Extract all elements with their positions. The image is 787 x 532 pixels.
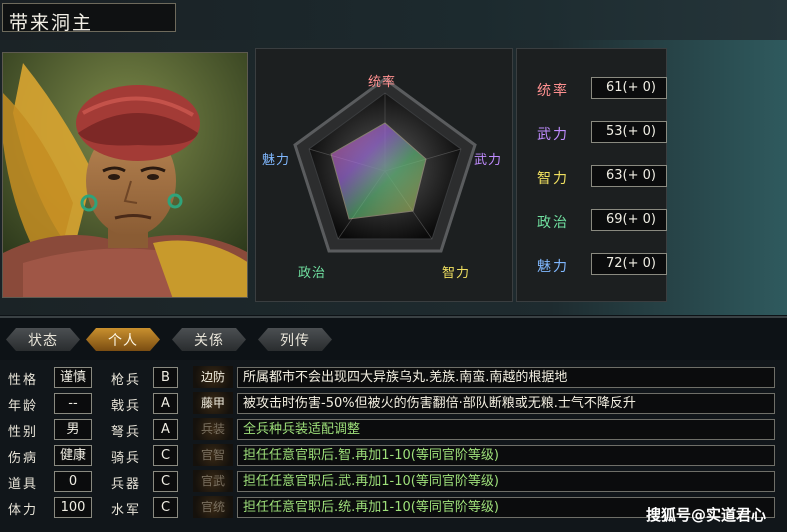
troop-grade: A xyxy=(153,393,178,414)
stat-value: 69(+ 0) xyxy=(591,209,667,231)
radar-label-intelligence: 智力 xyxy=(442,266,471,281)
skill-name[interactable]: 官统 xyxy=(193,496,233,518)
ability-stats-panel: 统率 61(+ 0) 武力 53(+ 0) 智力 63(+ 0) 政治 69(+… xyxy=(516,48,667,302)
officer-name-box: 带来洞主 xyxy=(2,3,176,34)
troop-label: 水军 xyxy=(111,503,142,518)
radar-label-leadership: 统率 xyxy=(368,75,397,90)
radar-label-war: 武力 xyxy=(474,153,503,168)
officer-portrait xyxy=(2,52,248,298)
stat-value: 63(+ 0) xyxy=(591,165,667,187)
personal-label: 性别 xyxy=(8,425,39,440)
troop-grade: C xyxy=(153,471,178,492)
officer-name: 带来洞主 xyxy=(9,12,94,34)
skill-name[interactable]: 官智 xyxy=(193,444,233,466)
personal-value: 100 xyxy=(54,497,92,518)
stat-label: 武力 xyxy=(537,127,569,143)
skill-name[interactable]: 官武 xyxy=(193,470,233,492)
portrait-image xyxy=(3,53,247,297)
skill-name[interactable]: 兵装 xyxy=(193,418,233,440)
stat-label: 统率 xyxy=(537,83,569,99)
personal-value: 谨慎 xyxy=(54,367,92,388)
skill-description: 被攻击时伤害-50%但被火的伤害翻倍·部队断粮或无粮.士气不降反升 xyxy=(237,393,775,414)
troop-grade: B xyxy=(153,367,178,388)
troop-label: 骑兵 xyxy=(111,451,142,466)
stat-label: 魅力 xyxy=(537,259,569,275)
stat-label: 政治 xyxy=(537,215,569,231)
stat-row-intelligence: 智力 63(+ 0) xyxy=(517,165,668,189)
section-divider xyxy=(0,316,787,318)
stat-value: 72(+ 0) xyxy=(591,253,667,275)
stat-label: 智力 xyxy=(537,171,569,187)
personal-label: 体力 xyxy=(8,503,39,518)
troop-grade: C xyxy=(153,445,178,466)
skill-description: 担任任意官职后.武.再加1-10(等同官阶等级) xyxy=(237,471,775,492)
skill-description: 担任任意官职后.智.再加1-10(等同官阶等级) xyxy=(237,445,775,466)
personal-label: 年龄 xyxy=(8,399,39,414)
troop-label: 戟兵 xyxy=(111,399,142,414)
stat-row-leadership: 统率 61(+ 0) xyxy=(517,77,668,101)
tab-biography[interactable]: 列传 xyxy=(258,328,332,351)
stat-value: 61(+ 0) xyxy=(591,77,667,99)
troop-label: 弩兵 xyxy=(111,425,142,440)
skill-description: 全兵种兵装适配调整 xyxy=(237,419,775,440)
skill-description: 所属都市不会出现四大异族乌丸.羌族.南蛮.南越的根据地 xyxy=(237,367,775,388)
personal-label: 伤病 xyxy=(8,451,39,466)
troop-label: 枪兵 xyxy=(111,373,142,388)
personal-label: 道具 xyxy=(8,477,39,492)
tab-status[interactable]: 状态 xyxy=(6,328,80,351)
troop-grade: C xyxy=(153,497,178,518)
personal-value: -- xyxy=(54,393,92,414)
personal-value: 健康 xyxy=(54,445,92,466)
watermark-text: 搜狐号@实道君心 xyxy=(646,506,767,524)
personal-label: 性格 xyxy=(8,373,39,388)
skill-name[interactable]: 藤甲 xyxy=(193,392,233,414)
stat-value: 53(+ 0) xyxy=(591,121,667,143)
personal-value: 男 xyxy=(54,419,92,440)
radar-label-charm: 魅力 xyxy=(262,153,291,168)
tab-personal[interactable]: 个人 xyxy=(86,328,160,351)
radar-label-politics: 政治 xyxy=(298,266,327,281)
troop-grade: A xyxy=(153,419,178,440)
stat-row-politics: 政治 69(+ 0) xyxy=(517,209,668,233)
personal-value: 0 xyxy=(54,471,92,492)
stat-row-war: 武力 53(+ 0) xyxy=(517,121,668,145)
stat-row-charm: 魅力 72(+ 0) xyxy=(517,253,668,277)
skill-name[interactable]: 边防 xyxy=(193,366,233,388)
troop-label: 兵器 xyxy=(111,477,142,492)
ability-radar-panel: 统率 武力 智力 政治 魅力 xyxy=(255,48,513,302)
tab-relations[interactable]: 关係 xyxy=(172,328,246,351)
